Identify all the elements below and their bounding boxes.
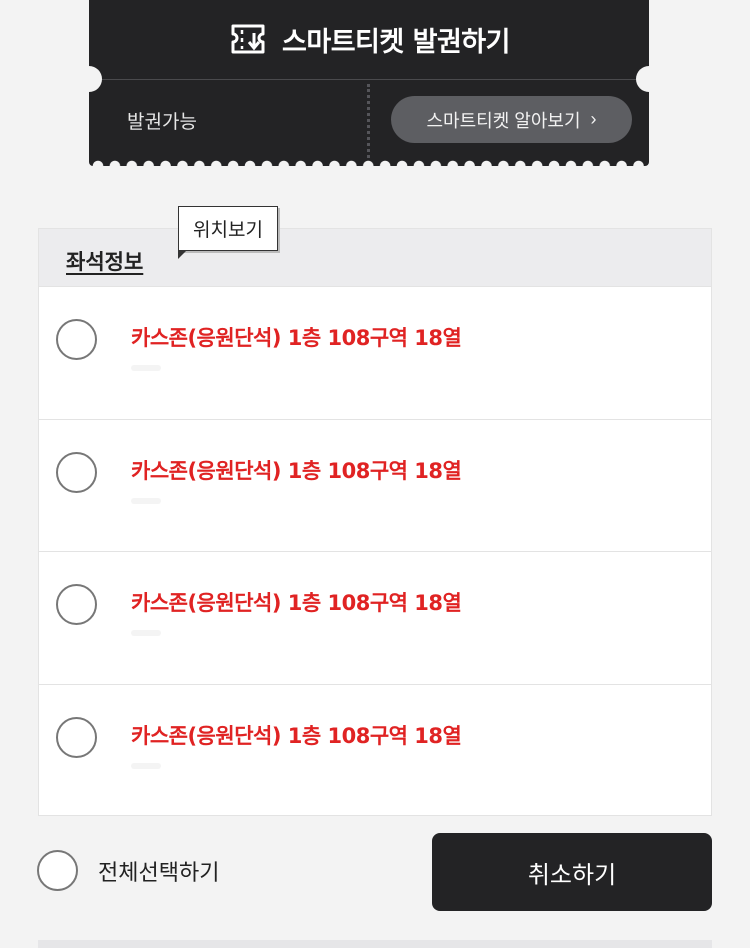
seat-info-panel: 좌석정보 위치보기 카스존(응원단석) 1층 108구역 18열 카스존(응원단… <box>38 206 712 818</box>
chevron-right-icon: › <box>590 109 597 129</box>
seat-name: 카스존(응원단석) 1층 108구역 18열 <box>131 458 462 483</box>
ticket-notch-left <box>76 66 102 92</box>
seat-name: 카스존(응원단석) 1층 108구역 18열 <box>131 326 462 350</box>
tooltip-tail <box>178 241 187 259</box>
seat-info-title[interactable]: 좌석정보 <box>66 246 143 276</box>
ticket-title: 스마트티켓 발권하기 <box>282 26 510 58</box>
seat-row[interactable]: 카스존(응원단석) 1층 108구역 18열 <box>39 287 711 420</box>
seat-radio[interactable] <box>56 319 97 360</box>
bottom-section-edge <box>38 940 712 948</box>
seat-sub-placeholder <box>131 497 161 504</box>
seat-row[interactable]: 카스존(응원단석) 1층 108구역 18열 <box>39 685 711 818</box>
seat-row[interactable]: 카스존(응원단석) 1층 108구역 18열 <box>39 420 711 552</box>
smart-ticket-card: 스마트티켓 발권하기 발권가능 스마트티켓 알아보기 › <box>76 0 662 173</box>
seat-radio[interactable] <box>56 451 97 493</box>
ticket-divider <box>89 79 649 80</box>
seat-radio[interactable] <box>56 716 97 758</box>
smart-ticket-info-button[interactable]: 스마트티켓 알아보기 › <box>391 96 632 143</box>
ticket-download-icon <box>228 22 268 56</box>
ticket-dotted-divider <box>367 84 370 158</box>
seat-name: 카스존(응원단석) 1층 108구역 18열 <box>131 723 462 748</box>
seat-info-header: 좌석정보 위치보기 <box>39 206 711 287</box>
ticket-notch-right <box>636 66 662 92</box>
ticket-title-row[interactable]: 스마트티켓 발권하기 <box>89 0 649 78</box>
seat-sub-placeholder <box>131 630 161 636</box>
seat-radio[interactable] <box>56 584 97 625</box>
seat-sub-placeholder <box>131 365 161 371</box>
seat-name: 카스존(응원단석) 1층 108구역 18열 <box>131 591 462 615</box>
view-location-label: 위치보기 <box>193 219 263 241</box>
select-all-control[interactable]: 전체선택하기 <box>37 850 219 891</box>
ticket-scalloped-edge <box>89 159 649 173</box>
select-all-label: 전체선택하기 <box>98 860 220 886</box>
seat-sub-placeholder <box>131 762 161 769</box>
select-all-radio[interactable] <box>37 850 78 891</box>
seat-row[interactable]: 카스존(응원단석) 1층 108구역 18열 <box>39 552 711 685</box>
smart-ticket-info-label: 스마트티켓 알아보기 <box>426 110 581 131</box>
view-location-tooltip[interactable]: 위치보기 <box>178 206 278 259</box>
ticket-status: 발권가능 <box>127 111 197 133</box>
cancel-button[interactable]: 취소하기 <box>432 833 712 911</box>
